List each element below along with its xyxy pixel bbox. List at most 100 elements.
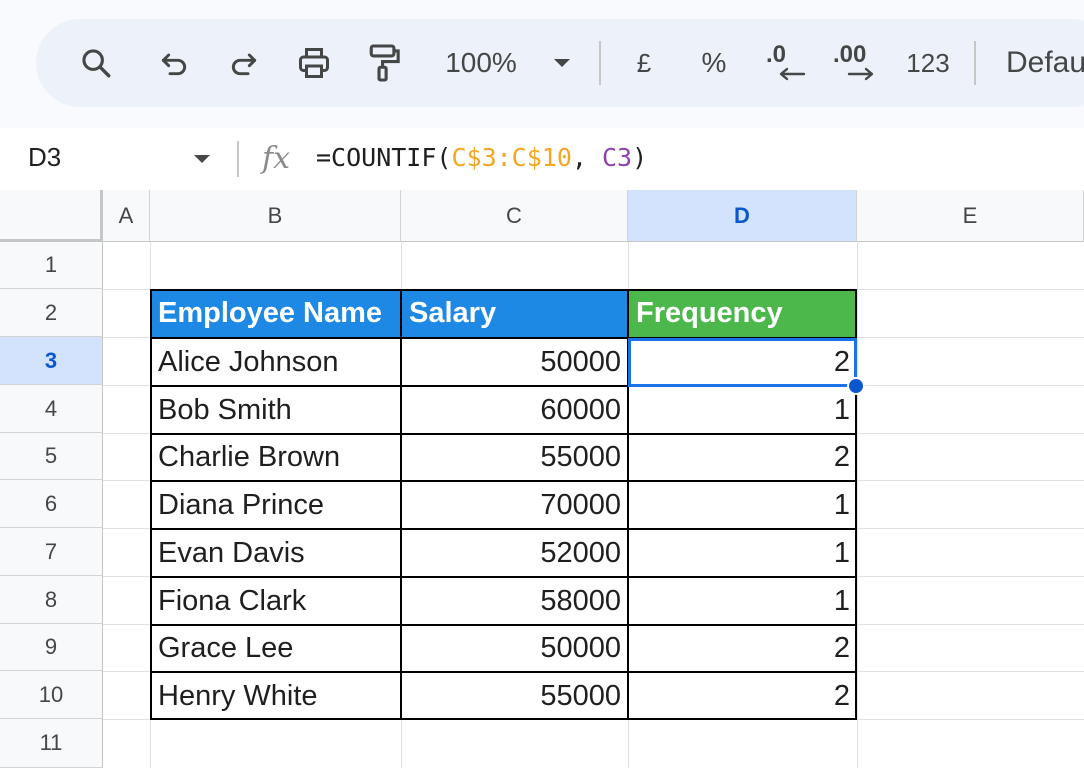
- cell-frequency[interactable]: 2: [628, 434, 857, 481]
- cell-frequency[interactable]: 1: [628, 481, 857, 529]
- zoom-value: 100%: [445, 47, 517, 78]
- cell-salary[interactable]: 50000: [401, 625, 628, 672]
- undo-button[interactable]: [154, 19, 194, 107]
- cell-salary[interactable]: 50000: [401, 338, 628, 386]
- row-header-4[interactable]: 4: [0, 385, 103, 433]
- row-header-3[interactable]: 3: [0, 337, 103, 385]
- decrease-decimal-icon: .0: [764, 41, 808, 85]
- table-divider: [627, 289, 629, 720]
- column-header-a[interactable]: A: [103, 190, 150, 242]
- name-box[interactable]: D3: [28, 142, 61, 173]
- cell-frequency[interactable]: 2: [628, 625, 857, 672]
- cell-salary[interactable]: 58000: [401, 577, 628, 625]
- table-divider: [150, 385, 857, 387]
- row-header-2[interactable]: 2: [0, 289, 103, 337]
- number-format-label: 123: [906, 47, 950, 78]
- formula-reference: C3: [602, 143, 633, 172]
- row-header-6[interactable]: 6: [0, 480, 103, 528]
- gridline: [857, 242, 858, 768]
- decrease-decimal-label: .0: [766, 41, 787, 68]
- chevron-down-icon: [554, 59, 570, 67]
- currency-symbol: £: [636, 47, 652, 78]
- table-divider: [150, 337, 857, 339]
- column-header-d[interactable]: D: [628, 190, 857, 242]
- formula-range: C$3:C$10: [451, 143, 572, 172]
- redo-button[interactable]: [224, 19, 264, 107]
- column-header-c[interactable]: C: [401, 190, 628, 242]
- cell-name[interactable]: Grace Lee: [150, 625, 401, 672]
- number-format-button[interactable]: 123: [902, 19, 954, 107]
- search-button[interactable]: [74, 19, 118, 107]
- fx-icon: fx: [262, 141, 291, 176]
- print-button[interactable]: [292, 19, 336, 107]
- font-value: Defau: [1006, 46, 1084, 79]
- toolbar-divider: [599, 41, 601, 85]
- row-header-1[interactable]: 1: [0, 242, 103, 289]
- font-select[interactable]: Defau: [1006, 19, 1084, 107]
- column-header-b[interactable]: B: [150, 190, 401, 242]
- table-divider: [150, 433, 857, 435]
- arrow-right-icon: [847, 67, 874, 81]
- header-cell-employee-name[interactable]: Employee Name: [150, 289, 401, 338]
- table-divider: [400, 289, 402, 720]
- cell-frequency[interactable]: 1: [628, 529, 857, 577]
- print-icon: [299, 48, 329, 78]
- formula-prefix: =COUNTIF(: [316, 143, 452, 172]
- table-divider: [150, 528, 857, 530]
- formula-bar-divider: [237, 141, 239, 177]
- chevron-down-icon[interactable]: [192, 153, 212, 165]
- paint-format-button[interactable]: [364, 19, 404, 107]
- zoom-select[interactable]: 100%: [436, 19, 526, 107]
- toolbar-divider: [974, 41, 976, 85]
- toolbar-area: 100% £ % .0 .00 123 Defau: [0, 0, 1084, 128]
- formula-separator: ,: [571, 143, 602, 172]
- zoom-dropdown-button[interactable]: [548, 19, 576, 107]
- cell-salary[interactable]: 55000: [401, 434, 628, 481]
- cell-name[interactable]: Diana Prince: [150, 481, 401, 529]
- percent-format-button[interactable]: %: [696, 19, 732, 107]
- increase-decimal-label: .00: [833, 41, 867, 68]
- cell-name[interactable]: Bob Smith: [150, 386, 401, 434]
- cell-name[interactable]: Evan Davis: [150, 529, 401, 577]
- row-header-5[interactable]: 5: [0, 433, 103, 480]
- cell-salary[interactable]: 70000: [401, 481, 628, 529]
- row-header-10[interactable]: 10: [0, 671, 103, 719]
- table-divider: [150, 576, 857, 578]
- cell-frequency[interactable]: 2: [628, 338, 857, 386]
- toolbar: 100% £ % .0 .00 123 Defau: [36, 19, 1084, 107]
- cell-name[interactable]: Alice Johnson: [150, 338, 401, 386]
- cell-frequency[interactable]: 2: [628, 672, 857, 720]
- currency-format-button[interactable]: £: [626, 19, 662, 107]
- formula-suffix: ): [632, 143, 648, 172]
- increase-decimal-button[interactable]: .00: [832, 19, 880, 107]
- formula-input[interactable]: =COUNTIF(C$3:C$10, C3): [316, 143, 647, 172]
- fill-handle[interactable]: [847, 377, 865, 395]
- cell-frequency[interactable]: 1: [628, 386, 857, 434]
- header-cell-salary[interactable]: Salary: [401, 289, 628, 338]
- row-header-9[interactable]: 9: [0, 624, 103, 671]
- decrease-decimal-button[interactable]: .0: [762, 19, 810, 107]
- search-icon: [82, 49, 111, 78]
- percent-symbol: %: [701, 47, 727, 78]
- cell-name[interactable]: Charlie Brown: [150, 434, 401, 481]
- column-header-e[interactable]: E: [857, 190, 1084, 242]
- increase-decimal-icon: .00: [833, 41, 879, 85]
- row-header-8[interactable]: 8: [0, 576, 103, 624]
- header-cell-frequency[interactable]: Frequency: [628, 289, 857, 338]
- paint-format-icon: [369, 44, 400, 82]
- select-all-corner[interactable]: [0, 190, 103, 242]
- cell-name[interactable]: Henry White: [150, 672, 401, 720]
- cell-name[interactable]: Fiona Clark: [150, 577, 401, 625]
- cell-salary[interactable]: 60000: [401, 386, 628, 434]
- row-header-7[interactable]: 7: [0, 528, 103, 576]
- table-divider: [150, 480, 857, 482]
- row-header-11[interactable]: 11: [0, 719, 103, 768]
- table-divider: [150, 671, 857, 673]
- cell-salary[interactable]: 52000: [401, 529, 628, 577]
- arrow-left-icon: [779, 67, 806, 81]
- redo-icon: [231, 53, 257, 76]
- undo-icon: [161, 53, 187, 76]
- table-divider: [150, 624, 857, 626]
- cell-salary[interactable]: 55000: [401, 672, 628, 720]
- cell-frequency[interactable]: 1: [628, 577, 857, 625]
